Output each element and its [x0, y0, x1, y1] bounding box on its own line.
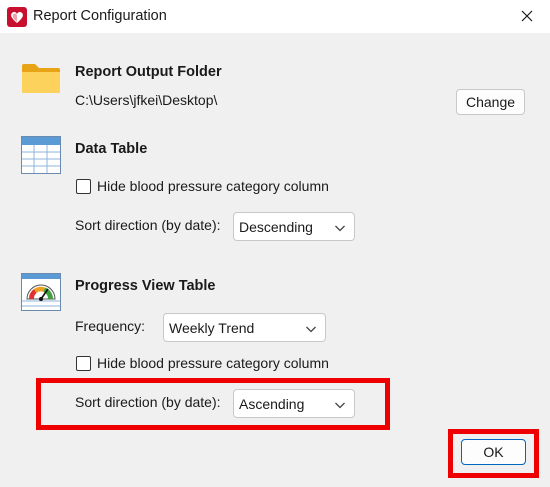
- close-button[interactable]: [504, 0, 550, 33]
- data-table-sort-label: Sort direction (by date):: [75, 217, 221, 233]
- checkbox-box[interactable]: [76, 178, 91, 194]
- data-table-hide-category-label: Hide blood pressure category column: [97, 178, 329, 194]
- progress-table-sort-select[interactable]: Ascending: [233, 389, 355, 418]
- ok-button[interactable]: OK: [461, 439, 526, 465]
- chevron-down-icon: [334, 398, 346, 414]
- table-icon: [21, 136, 61, 177]
- chevron-down-icon: [305, 322, 317, 338]
- data-table-hide-category-checkbox[interactable]: Hide blood pressure category column: [76, 178, 329, 194]
- heart-app-icon: [7, 7, 27, 27]
- title-bar: Report Configuration: [0, 0, 550, 33]
- checkbox-box[interactable]: [76, 355, 91, 371]
- progress-table-sort-label: Sort direction (by date):: [75, 394, 221, 410]
- close-icon: [521, 9, 533, 25]
- progress-table-hide-category-checkbox[interactable]: Hide blood pressure category column: [76, 355, 329, 371]
- data-table-heading: Data Table: [75, 141, 148, 157]
- data-table-sort-select[interactable]: Descending: [233, 212, 355, 241]
- gauge-table-icon: [21, 273, 61, 314]
- folder-icon: [21, 62, 61, 97]
- change-folder-button[interactable]: Change: [456, 89, 525, 115]
- progress-table-hide-category-label: Hide blood pressure category column: [97, 355, 329, 371]
- chevron-down-icon: [334, 221, 346, 237]
- output-folder-path: C:\Users\jfkei\Desktop\: [75, 92, 218, 108]
- progress-table-sort-value: Ascending: [239, 395, 305, 412]
- frequency-label: Frequency:: [75, 318, 146, 334]
- window-title: Report Configuration: [33, 8, 167, 24]
- dialog-content: Report Output Folder C:\Users\jfkei\Desk…: [0, 33, 550, 487]
- data-table-sort-value: Descending: [239, 218, 313, 235]
- frequency-value: Weekly Trend: [169, 319, 255, 336]
- frequency-select[interactable]: Weekly Trend: [163, 313, 326, 342]
- output-folder-heading: Report Output Folder: [75, 64, 222, 80]
- progress-table-heading: Progress View Table: [75, 278, 216, 294]
